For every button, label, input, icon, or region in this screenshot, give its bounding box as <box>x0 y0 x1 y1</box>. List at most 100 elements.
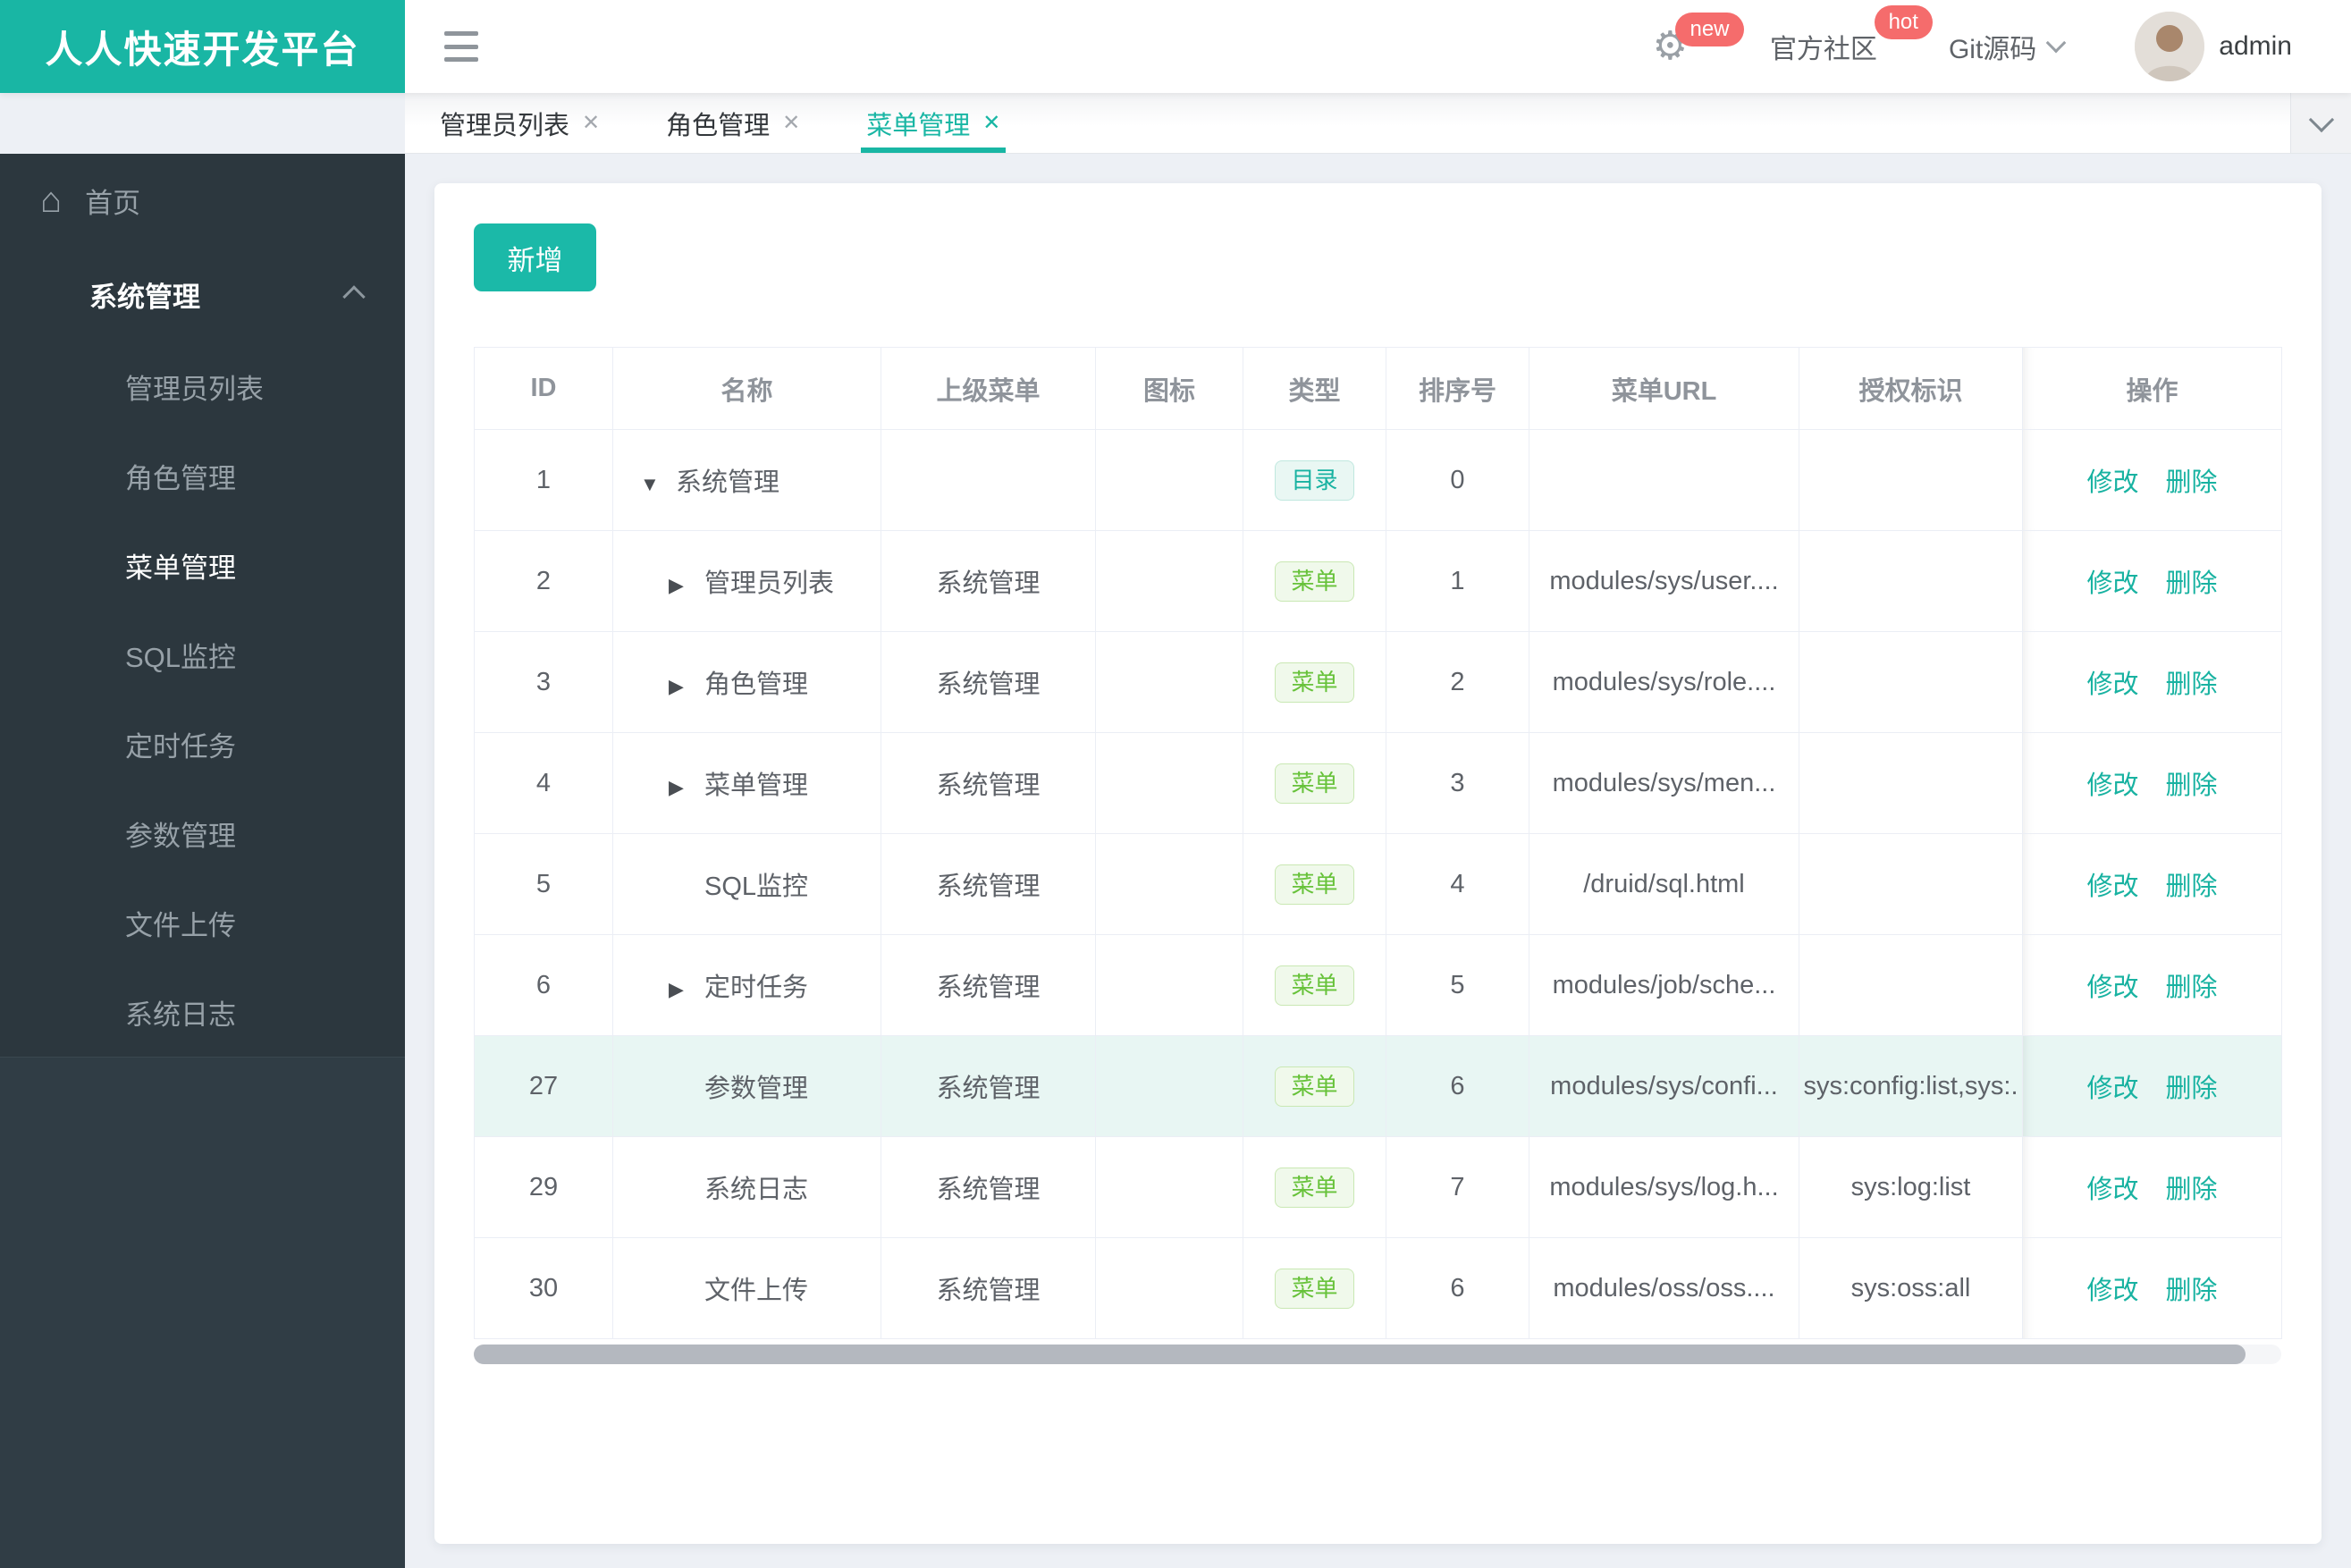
tab-0[interactable]: 管理员列表 ✕ <box>434 93 605 153</box>
cell-id: 5 <box>474 833 613 935</box>
cell-url <box>1529 429 1799 531</box>
edit-link[interactable]: 修改 <box>2086 1075 2138 1103</box>
expand-icon[interactable]: ▶ <box>669 978 704 1001</box>
avatar[interactable] <box>2135 12 2205 81</box>
cell-actions: 修改 删除 <box>2022 1237 2282 1339</box>
page-content: 新增 ID 名称 上级菜单 图标 类型 排序号 菜单URL 授权标识 操作 1 … <box>405 154 2351 1568</box>
cell-parent: 系统管理 <box>881 1035 1096 1137</box>
delete-link[interactable]: 删除 <box>2166 771 2218 800</box>
cell-id: 4 <box>474 732 613 834</box>
cell-order: 5 <box>1386 934 1529 1036</box>
edit-link[interactable]: 修改 <box>2086 670 2138 699</box>
cell-type: 目录 <box>1243 429 1386 531</box>
sidebar-item-6[interactable]: 文件上传 <box>0 878 405 967</box>
sidebar-group-system[interactable]: 系统管理 <box>0 247 405 341</box>
git-source-dropdown[interactable]: Git源码 <box>1949 27 2067 66</box>
col-header-id: ID <box>474 347 613 430</box>
tab-overflow-button[interactable] <box>2290 93 2351 153</box>
cell-perms <box>1799 833 2023 935</box>
cell-name: ▼ 系统管理 <box>612 429 881 531</box>
sidebar-item-label: 菜单管理 <box>125 552 236 584</box>
col-header-parent: 上级菜单 <box>881 347 1096 430</box>
sidebar-item-3[interactable]: SQL监控 <box>0 610 405 699</box>
expand-icon[interactable]: ▶ <box>669 776 704 799</box>
sidebar-item-2[interactable]: 菜单管理 <box>0 520 405 610</box>
cell-name: ▶ 菜单管理 <box>612 732 881 834</box>
edit-link[interactable]: 修改 <box>2086 974 2138 1002</box>
delete-link[interactable]: 删除 <box>2166 1075 2218 1103</box>
type-tag: 菜单 <box>1275 763 1354 804</box>
edit-link[interactable]: 修改 <box>2086 873 2138 901</box>
menu-name: 菜单管理 <box>704 771 809 800</box>
cell-actions: 修改 删除 <box>2022 934 2282 1036</box>
tab-2[interactable]: 菜单管理 ✕ <box>861 93 1006 153</box>
cell-perms <box>1799 732 2023 834</box>
cell-id: 29 <box>474 1136 613 1238</box>
delete-link[interactable]: 删除 <box>2166 1176 2218 1204</box>
delete-link[interactable]: 删除 <box>2166 569 2218 598</box>
cell-url: /druid/sql.html <box>1529 833 1799 935</box>
username[interactable]: admin <box>2219 31 2292 62</box>
scrollbar-thumb[interactable] <box>474 1345 2246 1364</box>
menu-name: 参数管理 <box>704 1075 809 1103</box>
expand-icon[interactable]: ▶ <box>669 574 704 597</box>
delete-link[interactable]: 删除 <box>2166 468 2218 497</box>
community-link[interactable]: 官方社区 hot <box>1770 5 1933 66</box>
table-row: 4 ▶ 菜单管理 系统管理 菜单 3 modules/sys/men... 修改删… <box>474 732 2282 834</box>
sidebar-item-7[interactable]: 系统日志 <box>0 967 405 1057</box>
tab-bar: 管理员列表 ✕ 角色管理 ✕ 菜单管理 ✕ <box>405 93 2351 154</box>
sidebar-item-4[interactable]: 定时任务 <box>0 699 405 788</box>
cell-perms: sys:config:list,sys:. <box>1799 1035 2023 1137</box>
cell-url: modules/sys/role.... <box>1529 631 1799 733</box>
delete-link[interactable]: 删除 <box>2166 670 2218 699</box>
delete-link[interactable]: 删除 <box>2166 1277 2218 1305</box>
user-avatar[interactable] <box>2135 12 2205 81</box>
close-icon[interactable]: ✕ <box>582 110 600 136</box>
cell-perms <box>1799 530 2023 632</box>
new-badge: new <box>1675 13 1744 46</box>
table-row: 2 ▶ 管理员列表 系统管理 菜单 1 modules/sys/user.... … <box>474 530 2282 632</box>
col-header-type: 类型 <box>1243 347 1386 430</box>
sidebar-item-0[interactable]: 管理员列表 <box>0 341 405 431</box>
col-header-order: 排序号 <box>1386 347 1529 430</box>
expand-icon[interactable]: ▶ <box>669 675 704 698</box>
delete-link[interactable]: 删除 <box>2166 974 2218 1002</box>
sidebar: ⌂ 首页 系统管理 管理员列表 角色管理 菜单管理 SQL监控 定时任务 参数管… <box>0 154 405 1568</box>
tab-label: 菜单管理 <box>866 111 971 140</box>
edit-link[interactable]: 修改 <box>2086 771 2138 800</box>
sidebar-item-label: SQL监控 <box>125 641 237 673</box>
table-row: 6 ▶ 定时任务 系统管理 菜单 5 modules/job/sche... 修改… <box>474 934 2282 1036</box>
edit-link[interactable]: 修改 <box>2086 1176 2138 1204</box>
sidebar-item-1[interactable]: 角色管理 <box>0 431 405 520</box>
cell-order: 3 <box>1386 732 1529 834</box>
settings-menu[interactable]: ⚙ new <box>1652 13 1744 66</box>
cell-order: 1 <box>1386 530 1529 632</box>
close-icon[interactable]: ✕ <box>982 110 1000 136</box>
content-card: 新增 ID 名称 上级菜单 图标 类型 排序号 菜单URL 授权标识 操作 1 … <box>434 183 2322 1544</box>
edit-link[interactable]: 修改 <box>2086 1277 2138 1305</box>
edit-link[interactable]: 修改 <box>2086 468 2138 497</box>
cell-type: 菜单 <box>1243 1136 1386 1238</box>
sidebar-item-home[interactable]: ⌂ 首页 <box>0 154 405 247</box>
tab-1[interactable]: 角色管理 ✕ <box>661 93 805 153</box>
cell-url: modules/sys/log.h... <box>1529 1136 1799 1238</box>
edit-link[interactable]: 修改 <box>2086 569 2138 598</box>
cell-actions: 修改 删除 <box>2022 429 2282 531</box>
col-header-icon: 图标 <box>1095 347 1243 430</box>
table-row: 5 SQL监控 系统管理 菜单 4 /druid/sql.html 修改 删除 <box>474 833 2282 935</box>
cell-url: modules/oss/oss.... <box>1529 1237 1799 1339</box>
delete-link[interactable]: 删除 <box>2166 873 2218 901</box>
cell-id: 27 <box>474 1035 613 1137</box>
sidebar-item-5[interactable]: 参数管理 <box>0 788 405 878</box>
sidebar-toggle-button[interactable] <box>444 31 478 62</box>
cell-order: 6 <box>1386 1237 1529 1339</box>
cell-type: 菜单 <box>1243 833 1386 935</box>
add-button[interactable]: 新增 <box>474 223 596 291</box>
close-icon[interactable]: ✕ <box>782 110 800 136</box>
cell-icon <box>1095 732 1243 834</box>
cell-type: 菜单 <box>1243 1035 1386 1137</box>
cell-name: 系统日志 <box>612 1136 881 1238</box>
cell-name: ▶ 定时任务 <box>612 934 881 1036</box>
expand-icon[interactable]: ▼ <box>640 473 676 496</box>
type-tag: 菜单 <box>1275 965 1354 1006</box>
